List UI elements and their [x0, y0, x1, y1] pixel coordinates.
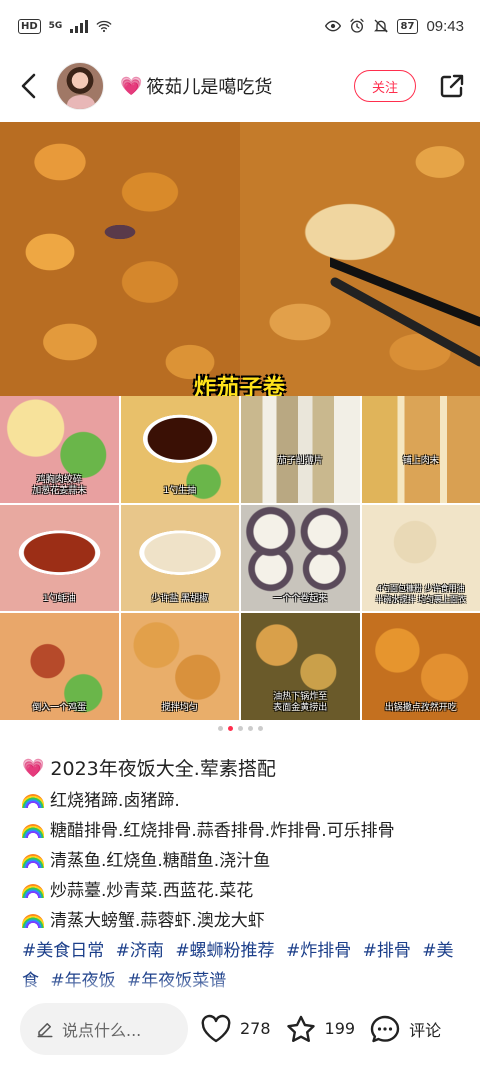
rainbow-icon [22, 914, 44, 928]
step-cell: 倒入一个鸡蛋 [0, 613, 119, 720]
pencil-icon [37, 1022, 53, 1037]
hashtag-link[interactable]: #美食日常 [22, 941, 104, 961]
fried-eggplant-roll-photo: 炸茄子卷 [0, 122, 480, 401]
step-cell: 出锅撒点孜然开吃 [361, 613, 480, 720]
author-name: 筱茹儿是噶吃货 [146, 77, 273, 98]
post-title: 💗 2023年夜饭大全.荤素搭配 [22, 752, 462, 786]
chopsticks-graphic [330, 257, 480, 367]
step-caption: 少许盐 黑胡椒 [151, 594, 209, 605]
post-line: 清蒸大螃蟹.蒜蓉虾.澳龙大虾 [22, 906, 462, 936]
clock: 09:43 [426, 17, 464, 35]
battery-indicator: 87 [396, 18, 419, 34]
step-cell: 一个个卷起来 [241, 504, 360, 612]
status-bar: HD 5G 87 09:43 [0, 0, 480, 52]
carousel-dot [227, 726, 233, 731]
step-caption: 倒入一个鸡蛋 [32, 702, 87, 713]
step-cell: 油热下锅炸至 表面金黄捞出 [241, 613, 360, 720]
network-type: 5G [48, 21, 63, 31]
hd-badge: HD [18, 18, 41, 34]
carousel-page-indicator [0, 726, 480, 731]
post-line: 糖醋排骨.红烧排骨.蒜香排骨.炸排骨.可乐排骨 [22, 816, 462, 846]
hashtag-link[interactable]: #螺蛳粉推荐 [175, 941, 274, 961]
rainbow-icon [22, 824, 44, 838]
bottom-action-bar: 说点什么... 278 199 评论 [0, 990, 480, 1067]
step-cell: 鸡胸肉绞碎 加葱花姜蒜末 [0, 396, 119, 503]
author-info[interactable]: 💗 筱茹儿是噶吃货 [120, 73, 354, 99]
hashtag-list: #美食日常 #济南 #螺蛳粉推荐 #炸排骨 #排骨 #美食 #年夜饭 #年夜饭菜… [22, 936, 462, 996]
carousel-dot [257, 726, 263, 731]
post-line-text: 糖醋排骨.红烧排骨.蒜香排骨.炸排骨.可乐排骨 [50, 821, 395, 841]
heart-icon [201, 1014, 231, 1042]
rainbow-icon [22, 884, 44, 898]
comment-bubble-icon [370, 1015, 400, 1042]
step-caption: 一个个卷起来 [273, 594, 328, 605]
mute-bell-icon [373, 19, 388, 33]
step-cell: 4勺面包糠粉 少许食用油 半碗水搅拌 均匀裹上面衣 [361, 504, 480, 612]
pink-heart-icon: 💗 [22, 758, 45, 779]
carousel-dot [247, 726, 253, 731]
follow-button[interactable]: 关注 [354, 70, 416, 102]
step-cell: 茄子削薄片 [241, 396, 360, 503]
step-caption: 出锅撒点孜然开吃 [384, 702, 457, 713]
comment-input[interactable]: 说点什么... [20, 1002, 188, 1055]
post-line: 红烧猪蹄.卤猪蹄. [22, 786, 462, 816]
post-line-text: 清蒸大螃蟹.蒜蓉虾.澳龙大虾 [50, 911, 265, 931]
post-line-text: 炒蒜薹.炒青菜.西蓝花.菜花 [50, 881, 254, 901]
hashtag-link[interactable]: #年夜饭菜谱 [127, 971, 226, 991]
chevron-left-icon [21, 73, 36, 99]
hashtag-link[interactable]: #济南 [116, 941, 164, 961]
step-caption: 1勺蚝油 [42, 594, 76, 605]
collect-count: 199 [324, 1019, 356, 1038]
back-button[interactable] [14, 66, 42, 106]
post-header: 💗 筱茹儿是噶吃货 关注 [0, 52, 480, 120]
rainbow-icon [22, 854, 44, 868]
step-cell: 搅拌均匀 [120, 613, 239, 720]
post-image-carousel[interactable]: 炸茄子卷 鸡胸肉绞碎 加葱花姜蒜末 1勺生抽 茄子削薄片 铺上肉末 1勺蚝油 少… [0, 122, 480, 720]
hashtag-link[interactable]: #炸排骨 [286, 941, 351, 961]
like-button[interactable]: 278 [200, 1014, 271, 1044]
post-line-text: 红烧猪蹄.卤猪蹄. [50, 791, 180, 811]
post-line-text: 清蒸鱼.红烧鱼.糖醋鱼.浇汁鱼 [50, 851, 271, 871]
carousel-dot [237, 726, 243, 731]
eggplant-rolls-plate-image [0, 122, 240, 396]
step-cell: 1勺蚝油 [0, 504, 119, 612]
hashtag-link[interactable]: #年夜饭 [50, 971, 115, 991]
step-caption: 鸡胸肉绞碎 加葱花姜蒜末 [32, 474, 87, 496]
step-caption: 茄子削薄片 [277, 456, 323, 466]
comment-label: 评论 [409, 1020, 442, 1040]
step-cell: 少许盐 黑胡椒 [120, 504, 239, 612]
collect-button[interactable]: 199 [285, 1014, 356, 1044]
post-title-text: 2023年夜饭大全.荤素搭配 [50, 758, 276, 780]
step-caption: 4勺面包糠粉 少许食用油 半碗水搅拌 均匀裹上面衣 [375, 584, 467, 605]
post-line: 炒蒜薹.炒青菜.西蓝花.菜花 [22, 876, 462, 906]
step-cell: 1勺生抽 [120, 396, 239, 503]
step-caption: 搅拌均匀 [161, 702, 198, 713]
comment-button[interactable]: 评论 [369, 1014, 441, 1044]
comment-placeholder: 说点什么... [62, 1020, 142, 1040]
eye-icon [324, 20, 341, 32]
step-caption: 铺上肉末 [402, 456, 439, 466]
signal-icon [70, 19, 89, 33]
pink-heart-icon: 💗 [120, 75, 143, 97]
star-icon [286, 1015, 315, 1042]
step-cell: 铺上肉末 [361, 396, 480, 503]
post-content: 💗 2023年夜饭大全.荤素搭配 红烧猪蹄.卤猪蹄. 糖醋排骨.红烧排骨.蒜香排… [22, 752, 462, 996]
step-caption: 油热下锅炸至 表面金黄捞出 [273, 691, 328, 713]
rainbow-icon [22, 794, 44, 808]
recipe-steps-grid: 鸡胸肉绞碎 加葱花姜蒜末 1勺生抽 茄子削薄片 铺上肉末 1勺蚝油 少许盐 黑胡… [0, 396, 480, 720]
share-icon [440, 74, 464, 98]
carousel-dot [217, 726, 223, 731]
author-avatar[interactable] [56, 62, 104, 110]
post-line: 清蒸鱼.红烧鱼.糖醋鱼.浇汁鱼 [22, 846, 462, 876]
like-count: 278 [240, 1019, 271, 1038]
wifi-icon [96, 20, 112, 33]
alarm-icon [349, 18, 364, 33]
hashtag-link[interactable]: #排骨 [363, 941, 411, 961]
step-caption: 1勺生抽 [163, 485, 197, 496]
share-button[interactable] [438, 72, 466, 100]
